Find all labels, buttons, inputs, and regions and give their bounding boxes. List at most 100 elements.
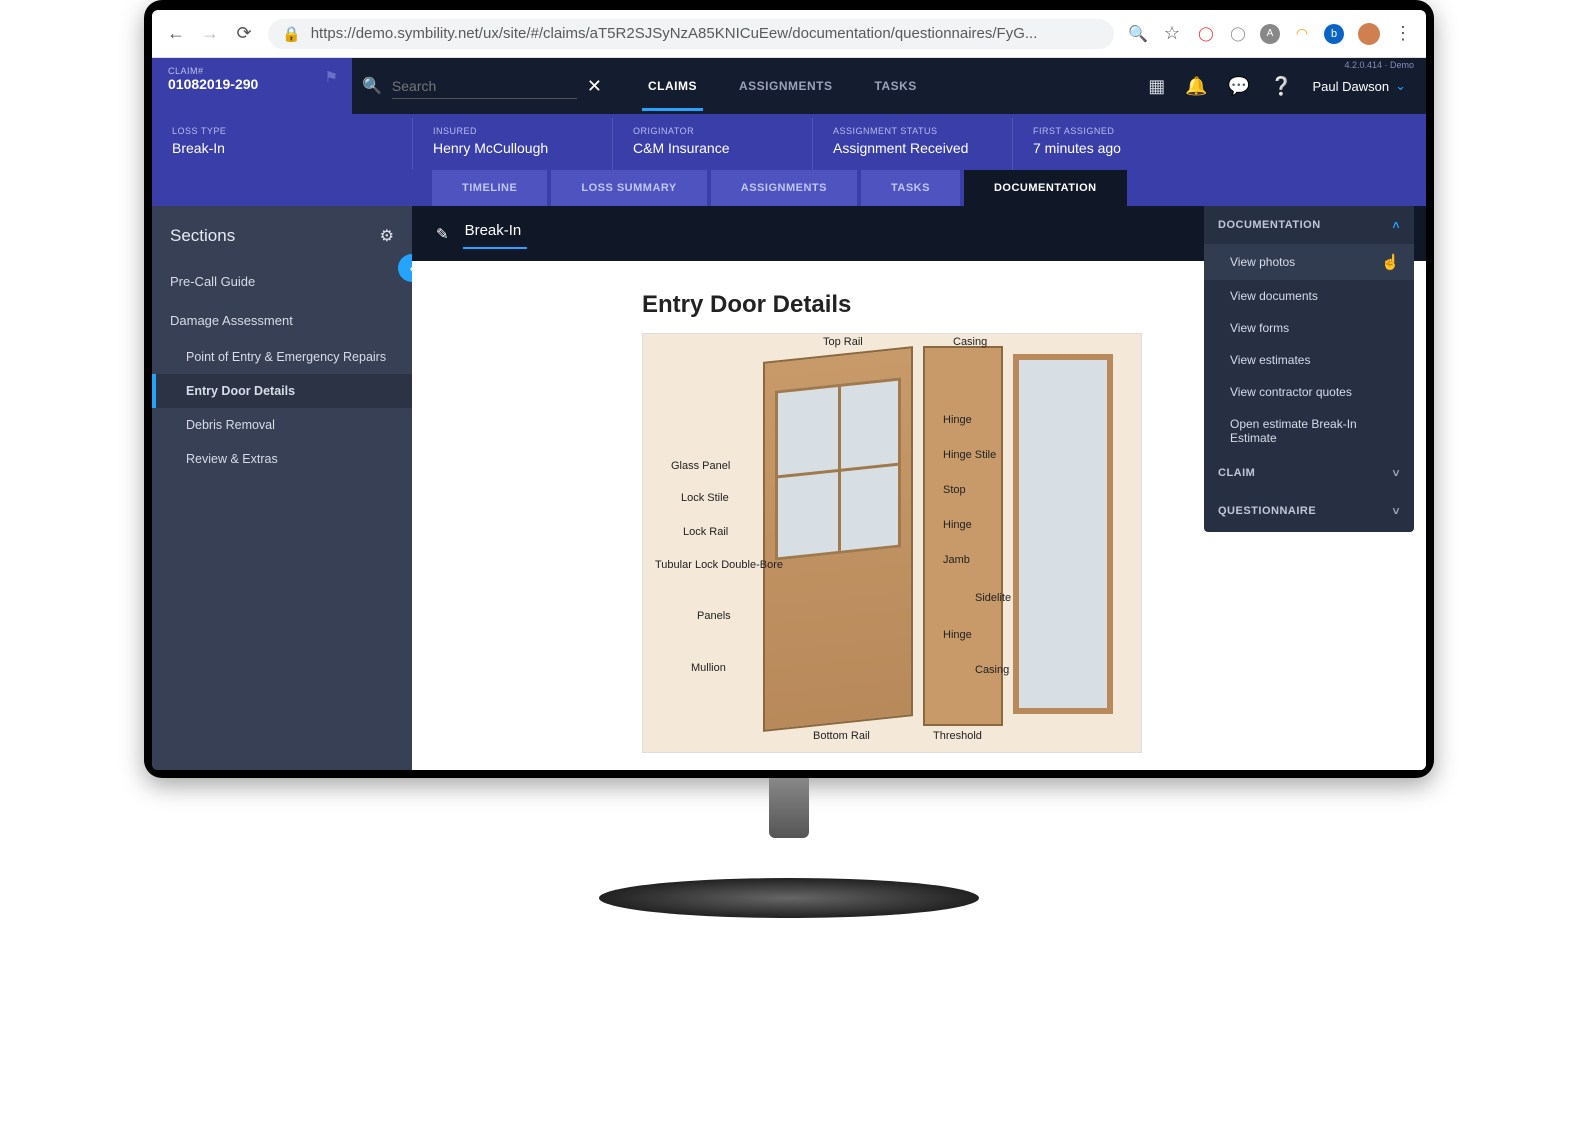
subtab-tasks[interactable]: TASKS <box>861 170 960 206</box>
summary-value: C&M Insurance <box>633 140 792 156</box>
diagram-label: Hinge <box>943 629 972 641</box>
zoom-icon[interactable]: 🔍 <box>1128 24 1148 44</box>
tab-tasks[interactable]: TASKS <box>869 61 923 111</box>
door-diagram: Top Rail Casing Hinge Hinge Stile Glass … <box>642 333 1142 753</box>
sidebar-title: Sections <box>170 226 235 246</box>
summary-value: Henry McCullough <box>433 140 592 156</box>
extension-icons: ◯ ◯ A ◠ b <box>1196 24 1344 44</box>
sidebar-item-damage[interactable]: Damage Assessment <box>152 301 412 340</box>
claim-number-block[interactable]: CLAIM# 01082019-290 ⚑ <box>152 58 352 114</box>
edit-icon[interactable]: ✎ <box>436 225 449 243</box>
summary-value: 7 minutes ago <box>1033 140 1192 156</box>
sidebar-item-poe[interactable]: Point of Entry & Emergency Repairs <box>152 340 412 374</box>
ext-icon[interactable]: ◠ <box>1292 24 1312 44</box>
user-name: Paul Dawson <box>1312 79 1389 94</box>
flyout-header-label: DOCUMENTATION <box>1218 219 1321 231</box>
app-topbar: CLAIM# 01082019-290 ⚑ 🔍 ✕ CLAIMS ASSIGNM… <box>152 58 1426 114</box>
flyout-item-view-documents[interactable]: View documents <box>1204 280 1414 312</box>
summary-originator: ORIGINATOR C&M Insurance <box>612 118 812 170</box>
ext-icon[interactable]: ◯ <box>1228 24 1248 44</box>
flyout-section-questionnaire[interactable]: QUESTIONNAIRE ˅ <box>1204 492 1414 530</box>
chat-icon[interactable]: 💬 <box>1228 76 1250 97</box>
sidebar-item-review[interactable]: Review & Extras <box>152 442 412 476</box>
browser-chrome: ← → ⟳ 🔒 https://demo.symbility.net/ux/si… <box>152 10 1426 58</box>
summary-label: FIRST ASSIGNED <box>1033 126 1192 136</box>
ext-icon[interactable]: A <box>1260 24 1280 44</box>
diagram-label: Jamb <box>943 554 970 566</box>
ext-icon[interactable]: ◯ <box>1196 24 1216 44</box>
user-menu[interactable]: Paul Dawson ⌄ <box>1312 78 1406 94</box>
tab-assignments[interactable]: ASSIGNMENTS <box>733 61 839 111</box>
diagram-label: Casing <box>953 336 987 348</box>
diagram-label: Hinge <box>943 519 972 531</box>
clear-search-icon[interactable]: ✕ <box>587 76 602 97</box>
chevron-down-icon: ˅ <box>1392 504 1400 518</box>
help-icon[interactable]: ❔ <box>1270 76 1292 97</box>
url-text: https://demo.symbility.net/ux/site/#/cla… <box>311 25 1038 42</box>
diagram-label: Sidelite <box>975 592 1011 604</box>
summary-label: ORIGINATOR <box>633 126 792 136</box>
browser-avatar[interactable] <box>1358 23 1380 45</box>
cursor-icon: ☝ <box>1381 253 1400 271</box>
subtab-timeline[interactable]: TIMELINE <box>432 170 547 206</box>
diagram-label: Stop <box>943 484 966 496</box>
subtab-assignments[interactable]: ASSIGNMENTS <box>711 170 857 206</box>
sidebar-item-entry-door[interactable]: Entry Door Details <box>152 374 412 408</box>
forward-button[interactable]: → <box>200 24 220 44</box>
summary-label: LOSS TYPE <box>172 126 392 136</box>
flyout-item-label: View photos <box>1230 255 1295 269</box>
gear-icon[interactable]: ⚙ <box>380 226 394 246</box>
sidebar-item-debris[interactable]: Debris Removal <box>152 408 412 442</box>
star-icon[interactable]: ☆ <box>1162 24 1182 44</box>
search-icon: 🔍 <box>362 76 382 96</box>
summary-loss-type: LOSS TYPE Break-In <box>152 118 412 170</box>
diagram-label: Hinge Stile <box>943 449 996 461</box>
lock-icon: 🔒 <box>282 25 301 43</box>
diagram-label: Lock Rail <box>683 526 728 538</box>
diagram-label: Lock Stile <box>681 492 729 504</box>
back-button[interactable]: ← <box>166 24 186 44</box>
diagram-label: Mullion <box>691 662 726 674</box>
diagram-label: Top Rail <box>823 336 863 348</box>
browser-menu-icon[interactable]: ⋮ <box>1394 23 1412 44</box>
diagram-label: Glass Panel <box>671 460 730 472</box>
diagram-label: Hinge <box>943 414 972 426</box>
diagram-label: Casing <box>975 664 1009 676</box>
diagram-label: Tubular Lock Double-Bore <box>655 559 755 571</box>
calendar-icon[interactable]: ▦ <box>1148 76 1165 97</box>
tab-claims[interactable]: CLAIMS <box>642 61 703 111</box>
main-tabs: CLAIMS ASSIGNMENTS TASKS <box>642 58 923 114</box>
subtabs: TIMELINE LOSS SUMMARY ASSIGNMENTS TASKS … <box>432 170 1426 206</box>
diagram-label: Threshold <box>933 730 982 742</box>
search-wrap: 🔍 ✕ <box>352 58 612 114</box>
summary-first-assigned: FIRST ASSIGNED 7 minutes ago <box>1012 118 1212 170</box>
right-flyout: DOCUMENTATION ˄ View photos ☝ View docum… <box>1204 206 1414 532</box>
bell-icon[interactable]: 🔔 <box>1185 76 1207 97</box>
chevron-down-icon: ⌄ <box>1395 78 1406 94</box>
reload-button[interactable]: ⟳ <box>234 24 254 44</box>
url-bar[interactable]: 🔒 https://demo.symbility.net/ux/site/#/c… <box>268 19 1114 49</box>
flag-icon[interactable]: ⚑ <box>325 68 338 86</box>
diagram-label: Bottom Rail <box>813 730 870 742</box>
flyout-header-label: CLAIM <box>1218 467 1255 479</box>
summary-row: LOSS TYPE Break-In INSURED Henry McCullo… <box>152 114 1426 170</box>
diagram-label: Panels <box>697 610 731 622</box>
flyout-section-claim[interactable]: CLAIM ˅ <box>1204 454 1414 492</box>
ext-icon[interactable]: b <box>1324 24 1344 44</box>
summary-value: Break-In <box>172 140 392 156</box>
flyout-section-documentation[interactable]: DOCUMENTATION ˄ <box>1204 206 1414 244</box>
sections-sidebar: Sections ⚙ ‹ Pre-Call Guide Damage Asses… <box>152 206 412 770</box>
subtab-loss-summary[interactable]: LOSS SUMMARY <box>551 170 706 206</box>
claim-label: CLAIM# <box>168 66 336 76</box>
summary-label: INSURED <box>433 126 592 136</box>
chevron-up-icon: ˄ <box>1392 218 1400 232</box>
subtab-documentation[interactable]: DOCUMENTATION <box>964 170 1127 206</box>
flyout-item-view-forms[interactable]: View forms <box>1204 312 1414 344</box>
sidebar-item-precall[interactable]: Pre-Call Guide <box>152 262 412 301</box>
flyout-header-label: QUESTIONNAIRE <box>1218 505 1316 517</box>
search-input[interactable] <box>392 74 577 99</box>
flyout-item-view-estimates[interactable]: View estimates <box>1204 344 1414 376</box>
flyout-item-open-estimate[interactable]: Open estimate Break-In Estimate <box>1204 408 1414 454</box>
flyout-item-view-photos[interactable]: View photos ☝ <box>1204 244 1414 280</box>
flyout-item-view-quotes[interactable]: View contractor quotes <box>1204 376 1414 408</box>
